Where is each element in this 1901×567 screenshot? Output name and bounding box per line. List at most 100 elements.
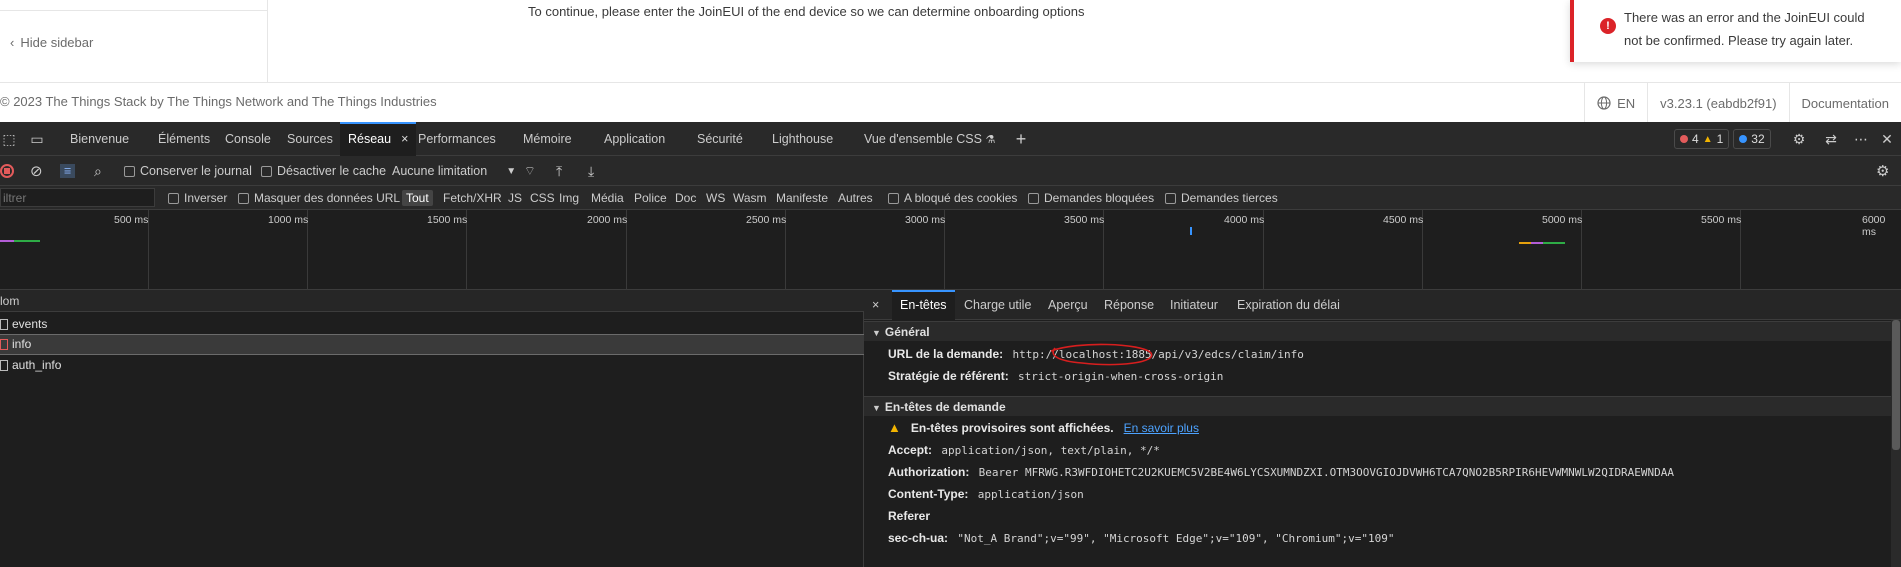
close-devtools-icon[interactable]: ✕ bbox=[1878, 130, 1896, 148]
details-scrollbar-thumb[interactable] bbox=[1892, 320, 1900, 450]
network-conditions-button[interactable]: ⌔ bbox=[524, 156, 536, 186]
import-har-button[interactable]: ⤒ bbox=[556, 156, 562, 186]
tab-response[interactable]: Réponse bbox=[1104, 290, 1154, 320]
general-section-header[interactable]: ▼ Général bbox=[864, 321, 1901, 341]
upload-icon: ⤒ bbox=[556, 162, 563, 179]
info-badge[interactable]: 32 bbox=[1733, 129, 1771, 149]
request-row[interactable]: auth_info bbox=[0, 355, 864, 376]
third-party-checkbox[interactable]: Demandes tierces bbox=[1165, 186, 1278, 210]
disable-cache-check[interactable] bbox=[261, 165, 272, 177]
invert-check[interactable] bbox=[168, 192, 179, 204]
network-settings-button[interactable]: ⚙ bbox=[1876, 156, 1889, 186]
document-icon bbox=[0, 319, 8, 330]
header-content-type-row: Content-Type: application/json bbox=[888, 484, 1084, 504]
header-value: Bearer MFRWG.R3WFDIOHETC2U2KUEMC5V2BE4W6… bbox=[978, 466, 1675, 479]
filter-type-ws[interactable]: WS bbox=[706, 186, 725, 210]
request-row[interactable]: info bbox=[0, 334, 864, 355]
device-emulation-icon[interactable]: ▭ bbox=[28, 130, 46, 148]
tab-elements[interactable]: Éléments bbox=[158, 122, 210, 156]
general-title: Général bbox=[884, 325, 930, 339]
version-label: v3.23.1 (eabdb2f91) bbox=[1647, 83, 1788, 123]
header-key: Authorization: bbox=[888, 465, 970, 479]
filter-type-css[interactable]: CSS bbox=[530, 186, 555, 210]
preserve-log-check[interactable] bbox=[124, 165, 135, 177]
filter-type-media[interactable]: Média bbox=[591, 186, 624, 210]
invert-checkbox[interactable]: Inverser bbox=[168, 186, 227, 210]
tab-initiator[interactable]: Initiateur bbox=[1170, 290, 1218, 320]
close-details-icon[interactable]: × bbox=[872, 290, 879, 320]
blocked-cookies-checkbox[interactable]: A bloqué des cookies bbox=[888, 186, 1017, 210]
tab-lighthouse[interactable]: Lighthouse bbox=[772, 122, 833, 156]
tab-performance[interactable]: Performances bbox=[418, 122, 496, 156]
filter-type-doc[interactable]: Doc bbox=[675, 186, 696, 210]
search-button[interactable]: ⌕ bbox=[94, 156, 102, 186]
filter-input[interactable] bbox=[0, 188, 155, 207]
add-tool-icon[interactable]: + bbox=[1012, 130, 1030, 148]
tab-sources[interactable]: Sources bbox=[287, 122, 333, 156]
filter-type-fetch-xhr[interactable]: Fetch/XHR bbox=[443, 186, 502, 210]
filter-toggle-button[interactable]: ≡ bbox=[60, 156, 76, 186]
tab-css-overview[interactable]: Vue d'ensemble CSS ⚗ bbox=[864, 122, 995, 156]
hide-sidebar-button[interactable]: ‹ Hide sidebar bbox=[10, 35, 93, 50]
more-options-icon[interactable]: ⋯ bbox=[1852, 130, 1870, 148]
tab-headers[interactable]: En-têtes bbox=[892, 290, 955, 320]
tab-application[interactable]: Application bbox=[604, 122, 665, 156]
warning-icon: ▲ bbox=[888, 420, 901, 435]
blocked-cookies-check[interactable] bbox=[888, 192, 899, 204]
clear-button[interactable]: ⊘ bbox=[30, 156, 43, 186]
settings-gear-icon[interactable]: ⚙ bbox=[1790, 130, 1808, 148]
tab-timing[interactable]: Expiration du délai bbox=[1237, 290, 1340, 320]
filter-type-img[interactable]: Img bbox=[559, 186, 579, 210]
language-selector[interactable]: EN bbox=[1584, 83, 1647, 123]
hide-data-urls-check[interactable] bbox=[238, 192, 249, 204]
flask-icon: ⚗ bbox=[985, 134, 996, 146]
disable-cache-checkbox[interactable]: Désactiver le cache bbox=[261, 156, 386, 186]
learn-more-link[interactable]: En savoir plus bbox=[1124, 418, 1199, 438]
request-headers-section-header[interactable]: ▼ En-têtes de demande bbox=[864, 396, 1901, 416]
header-sec-ch-ua-row: sec-ch-ua: "Not_A Brand";v="99", "Micros… bbox=[888, 528, 1394, 548]
preserve-log-checkbox[interactable]: Conserver le journal bbox=[124, 156, 252, 186]
issue-badges[interactable]: 4 ▲ 1 32 bbox=[1674, 129, 1771, 149]
inspect-element-icon[interactable]: ⬚ bbox=[0, 130, 18, 148]
documentation-link[interactable]: Documentation bbox=[1788, 83, 1901, 123]
tab-security[interactable]: Sécurité bbox=[697, 122, 743, 156]
tab-payload[interactable]: Charge utile bbox=[964, 290, 1031, 320]
filter-type-manifest[interactable]: Manifeste bbox=[776, 186, 828, 210]
errors-badge[interactable]: 4 ▲ 1 bbox=[1674, 129, 1730, 149]
blocked-requests-checkbox[interactable]: Demandes bloquées bbox=[1028, 186, 1154, 210]
filter-type-font[interactable]: Police bbox=[634, 186, 667, 210]
referrer-policy-value: strict-origin-when-cross-origin bbox=[1018, 370, 1224, 383]
network-overview[interactable]: 500 ms 1000 ms 1500 ms 2000 ms 2500 ms 3… bbox=[0, 210, 1901, 290]
export-har-button[interactable]: ⤓ bbox=[588, 156, 594, 186]
request-row[interactable]: events bbox=[0, 314, 864, 335]
tab-bienvenue[interactable]: Bienvenue bbox=[70, 122, 129, 156]
third-party-check[interactable] bbox=[1165, 192, 1176, 204]
close-tab-icon[interactable]: × bbox=[401, 132, 408, 146]
overview-tick-label: 6000 ms bbox=[1862, 214, 1886, 238]
document-icon bbox=[0, 360, 8, 371]
devtools-tabbar: ⬚ ▭ Bienvenue Éléments Console Sources R… bbox=[0, 122, 1901, 156]
filter-type-other[interactable]: Autres bbox=[838, 186, 873, 210]
app-page: ‹ Hide sidebar To continue, please enter… bbox=[0, 0, 1901, 123]
request-list-header-name[interactable]: lom bbox=[0, 290, 864, 312]
record-button[interactable] bbox=[0, 156, 14, 186]
filter-icon: ≡ bbox=[60, 164, 76, 178]
tab-console[interactable]: Console bbox=[225, 122, 271, 156]
error-dot-icon bbox=[1680, 135, 1688, 143]
chevron-left-icon: ‹ bbox=[10, 35, 15, 50]
throttling-select[interactable]: Aucune limitation ▼ bbox=[392, 156, 516, 186]
hide-data-urls-checkbox[interactable]: Masquer des données URL bbox=[238, 186, 400, 210]
request-name: info bbox=[12, 337, 32, 351]
tab-memory[interactable]: Mémoire bbox=[523, 122, 572, 156]
connection-icon[interactable]: ⇄ bbox=[1822, 130, 1840, 148]
tab-preview[interactable]: Aperçu bbox=[1048, 290, 1088, 320]
network-filter-bar: Inverser Masquer des données URL Tout Fe… bbox=[0, 186, 1901, 210]
filter-type-all[interactable]: Tout bbox=[402, 186, 433, 210]
blocked-requests-check[interactable] bbox=[1028, 192, 1039, 204]
request-name: events bbox=[12, 317, 48, 331]
tab-network[interactable]: Réseau × bbox=[340, 122, 417, 156]
filter-type-wasm[interactable]: Wasm bbox=[733, 186, 767, 210]
triangle-down-icon: ▼ bbox=[872, 328, 881, 338]
filter-type-js[interactable]: JS bbox=[508, 186, 522, 210]
hide-data-urls-label: Masquer des données URL bbox=[254, 191, 401, 205]
